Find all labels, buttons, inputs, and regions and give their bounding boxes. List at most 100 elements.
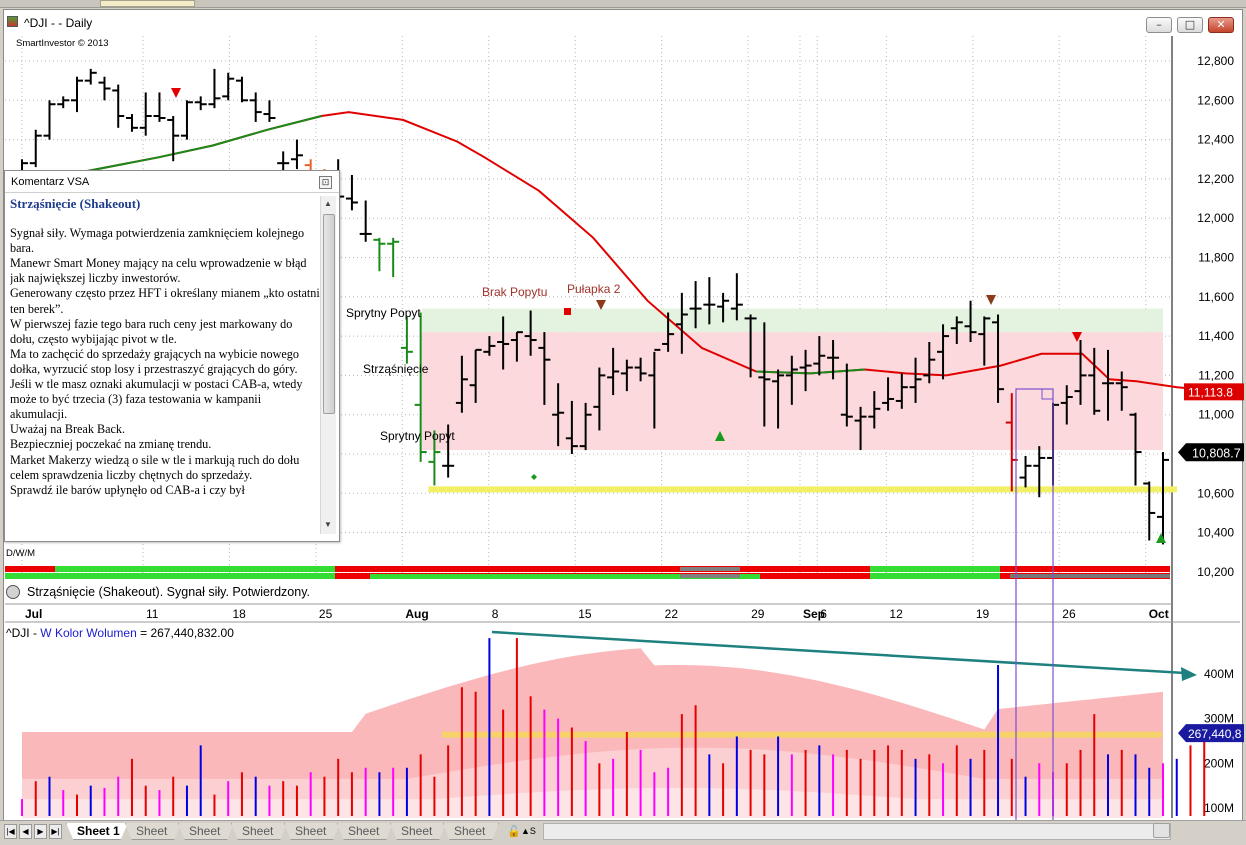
y-tick-label: 12,200 [1197, 172, 1234, 186]
scroll-up-icon[interactable]: ▲ [324, 199, 332, 208]
lock-icon[interactable]: 🔓 [507, 825, 521, 838]
signal-caption: Strząśnięcie (Shakeout). Sygnał siły. Po… [27, 585, 310, 599]
x-tick-label: 15 [578, 607, 592, 621]
up-signal-icon [1156, 533, 1166, 543]
sheet-scroll-icon[interactable]: ▲S [521, 826, 536, 836]
price-bar [373, 237, 386, 272]
x-tick-label: 19 [976, 607, 990, 621]
y-tick-label: 10,200 [1197, 565, 1234, 579]
volume-y-tick-label: 300M [1204, 712, 1234, 726]
price-bar [57, 96, 70, 109]
down-signal-icon [171, 88, 181, 98]
volume-value-label: 267,440,8 [1188, 727, 1242, 741]
signal-strip-green [870, 566, 1000, 572]
price-bar [263, 100, 276, 122]
sheet-tab[interactable]: Sheet 7 [390, 823, 446, 840]
price-bar [139, 92, 152, 136]
price-bar [277, 151, 290, 172]
scroll-down-icon[interactable]: ▼ [324, 520, 332, 529]
signal-strip-grey [1010, 567, 1170, 571]
volume-value: = 267,440,832.00 [136, 626, 234, 640]
sheet-tab[interactable]: Sheet 8 [443, 823, 499, 840]
price-bar [112, 84, 125, 128]
price-bar [153, 92, 166, 122]
volume-title: ^DJI - W Kolor Wolumen = 267,440,832.00 [6, 626, 234, 640]
signal-diamond-icon [531, 474, 537, 480]
down-signal-icon [986, 295, 996, 305]
trend-arrow-head-icon [1181, 667, 1197, 681]
signal-circle-icon [6, 585, 20, 599]
vsa-panel-title: Komentarz VSA [11, 176, 90, 188]
volume-y-tick-label: 400M [1204, 667, 1234, 681]
sheet-tab[interactable]: Sheet 5 [284, 823, 340, 840]
supply-zone-green [421, 308, 1163, 333]
ma-uptrend-segment-1 [76, 115, 322, 174]
price-bar [84, 68, 97, 85]
y-tick-label: 12,000 [1197, 211, 1234, 225]
price-bar [194, 96, 207, 111]
close-value-label: 10,808.7 [1192, 446, 1241, 460]
chart-annotation: Sprytny Popyt [346, 306, 421, 320]
x-tick-label: 26 [1062, 607, 1076, 621]
vsa-scrollbar[interactable]: ▲ ▼ [320, 196, 336, 534]
y-tick-label: 10,400 [1197, 526, 1234, 540]
sheet-tab[interactable]: Sheet 2 [125, 823, 181, 840]
x-tick-label: 22 [665, 607, 679, 621]
sheet-tab[interactable]: Sheet 3 [178, 823, 234, 840]
volume-y-tick-label: 200M [1204, 756, 1234, 770]
support-line [428, 486, 1177, 493]
price-bar [208, 68, 221, 109]
price-bar [249, 92, 262, 122]
sheet-tab[interactable]: Sheet 4 [231, 823, 287, 840]
vsa-close-icon[interactable]: ⊡ [319, 176, 332, 189]
price-bar [235, 76, 248, 103]
x-tick-label: Oct [1149, 607, 1169, 621]
horizontal-scrollbar[interactable] [543, 823, 1171, 840]
y-tick-label: 12,600 [1197, 93, 1234, 107]
horizontal-scroll-thumb[interactable] [1153, 823, 1170, 838]
chart-annotation: Brak Popytu [482, 285, 547, 299]
last-sheet-icon[interactable]: ▶| [49, 824, 62, 839]
x-tick-label: 29 [751, 607, 765, 621]
signal-strip-grey [1010, 574, 1170, 578]
x-tick-label: Jul [25, 607, 42, 621]
prev-sheet-icon[interactable]: ◀ [19, 824, 32, 839]
x-tick-label: Aug [405, 607, 428, 621]
price-bar [70, 76, 83, 113]
price-bar [222, 72, 235, 101]
vsa-panel-header[interactable]: Komentarz VSA ⊡ [5, 171, 339, 193]
ma-value-label: 11,113.8 [1188, 385, 1233, 399]
volume-y-tick-label: 100M [1204, 801, 1234, 815]
price-bar [43, 100, 56, 140]
price-bar [125, 114, 138, 132]
y-tick-label: 11,200 [1198, 368, 1234, 382]
vsa-text-area[interactable]: Strząśnięcie (Shakeout) Sygnał siły. Wym… [10, 196, 320, 536]
first-sheet-icon[interactable]: |◀ [4, 824, 17, 839]
vsa-body-text: Sygnał siły. Wymaga potwierdzenia zamkni… [10, 226, 320, 497]
y-tick-label: 12,400 [1197, 133, 1234, 147]
volume-average-line [442, 731, 1162, 738]
price-bar [29, 129, 42, 168]
x-tick-label: 25 [319, 607, 333, 621]
vsa-scroll-thumb[interactable] [323, 214, 335, 414]
x-tick-label: 12 [889, 607, 903, 621]
sheet-tab[interactable]: Sheet 6 [337, 823, 393, 840]
price-bar [1019, 455, 1032, 488]
next-sheet-icon[interactable]: ▶ [34, 824, 47, 839]
sheet-tab[interactable]: Sheet 1 [66, 823, 128, 840]
price-bar [345, 174, 358, 211]
y-tick-label: 11,600 [1198, 290, 1234, 304]
price-bar [290, 139, 303, 170]
x-tick-label: 11 [146, 607, 159, 621]
volume-title-prefix: ^DJI - [6, 626, 41, 640]
y-tick-label: 10,600 [1197, 486, 1234, 500]
signal-strip-green [5, 573, 335, 579]
app-root: ^DJI - - Daily SmartInvestor © 2013 – □ … [0, 0, 1246, 845]
chart-annotation: Strząśnięcie [363, 362, 429, 376]
signal-strip-green [55, 566, 335, 572]
x-tick-label: 8 [492, 607, 499, 621]
y-tick-label: 11,800 [1198, 251, 1234, 265]
x-tick-label: 18 [232, 607, 246, 621]
down-signal-icon [596, 300, 606, 310]
y-tick-label: 12,800 [1197, 54, 1234, 68]
